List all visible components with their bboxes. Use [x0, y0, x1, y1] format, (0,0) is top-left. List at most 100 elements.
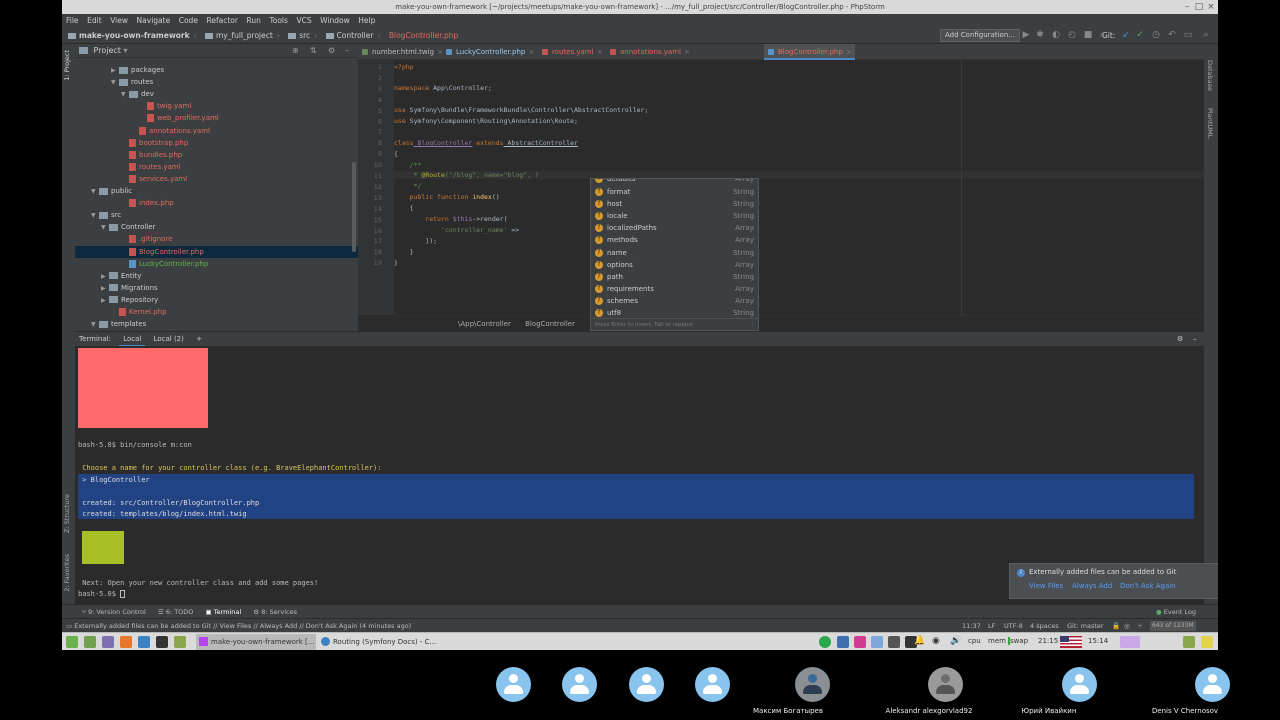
notification-bell-icon[interactable]: 🔔: [914, 636, 925, 646]
favorites-tool-tab[interactable]: 2: Favorites: [63, 554, 71, 592]
folder-app-icon[interactable]: [174, 636, 186, 648]
new-terminal-icon[interactable]: +: [196, 335, 202, 343]
tray-folder-icon[interactable]: [1183, 636, 1195, 648]
memory-indicator[interactable]: 643 of 1233M: [1150, 621, 1196, 631]
code-line-15[interactable]: return $this->render(: [394, 215, 507, 223]
more-icon[interactable]: ⋮: [750, 319, 756, 330]
close-tab-icon[interactable]: ×: [597, 44, 603, 60]
menu-icon[interactable]: [66, 636, 78, 648]
screen-icon[interactable]: [888, 636, 900, 648]
expand-arrow-icon[interactable]: ▼: [91, 319, 99, 331]
search-icon[interactable]: ⌕: [1200, 29, 1212, 41]
participant-avatar[interactable]: [695, 667, 730, 702]
close-tab-icon[interactable]: ×: [684, 44, 690, 60]
app-tray-icon[interactable]: [854, 636, 866, 648]
active-window-icon[interactable]: [1120, 636, 1140, 648]
completion-item[interactable]: f format String: [591, 186, 758, 198]
completion-item[interactable]: f name String: [591, 247, 758, 259]
menu-code[interactable]: Code: [179, 16, 198, 25]
undo-icon[interactable]: ↶: [1166, 29, 1178, 41]
profile-icon[interactable]: ◴: [1066, 29, 1078, 41]
settings-gear-icon[interactable]: ⚙: [328, 44, 335, 58]
structure-tool-tab[interactable]: Z: Structure: [63, 494, 71, 533]
completion-item[interactable]: f host String: [591, 198, 758, 210]
completion-item[interactable]: f options Array: [591, 259, 758, 271]
tree-item[interactable]: ▶ packages: [75, 64, 358, 76]
crumb-controller[interactable]: Controller ›: [325, 27, 380, 44]
layout-icon[interactable]: ▭: [1182, 29, 1194, 41]
terminal-hide-icon[interactable]: –: [1193, 332, 1197, 347]
completion-item[interactable]: f defaults Array: [591, 179, 758, 185]
services-tab[interactable]: ⚙ 8: Services: [253, 608, 297, 616]
git-icon[interactable]: ⑂: [1138, 619, 1142, 633]
inspection-icon[interactable]: ◎: [1124, 619, 1130, 633]
firefox-icon[interactable]: [120, 636, 132, 648]
add-configuration-button[interactable]: Add Configuration...: [940, 29, 1020, 42]
git-update-icon[interactable]: ↙: [1120, 29, 1132, 41]
code-line-10[interactable]: /**: [394, 161, 422, 169]
git-branch[interactable]: Git: master: [1067, 619, 1104, 633]
tree-item[interactable]: ▼ src: [75, 209, 358, 221]
close-tab-icon[interactable]: ×: [846, 44, 852, 60]
menu-vcs[interactable]: VCS: [296, 16, 311, 25]
shield-icon[interactable]: [837, 636, 849, 648]
menu-refactor[interactable]: Refactor: [206, 16, 237, 25]
completion-item[interactable]: f localizedPaths Array: [591, 222, 758, 234]
status-message[interactable]: ▭ Externally added files can be added to…: [66, 622, 411, 630]
completion-item[interactable]: f schemes Array: [591, 295, 758, 307]
code-line-17[interactable]: ]);: [394, 237, 437, 245]
code-line-14[interactable]: {: [394, 204, 414, 212]
dont-ask-again-link[interactable]: Don't Ask Again: [1120, 582, 1176, 590]
code-line-12[interactable]: */: [394, 182, 422, 190]
minimize-icon[interactable]: –: [1182, 2, 1192, 12]
bluetooth-icon[interactable]: [871, 636, 883, 648]
tab-number-html-twig[interactable]: number.html.twig ×: [358, 44, 446, 60]
status-icon[interactable]: [819, 636, 831, 648]
tree-item[interactable]: ▼ Controller: [75, 221, 358, 233]
menu-run[interactable]: Run: [247, 16, 261, 25]
view-files-link[interactable]: View Files: [1029, 582, 1063, 590]
database-tool-tab[interactable]: Database: [1206, 60, 1214, 91]
menu-window[interactable]: Window: [320, 16, 350, 25]
lock-icon[interactable]: 🔓: [1112, 619, 1120, 633]
code-line-18[interactable]: }: [394, 248, 414, 256]
run-icon[interactable]: ▶: [1020, 29, 1032, 41]
tree-item[interactable]: annotations.yaml: [75, 125, 358, 137]
menu-tools[interactable]: Tools: [269, 16, 287, 25]
menu-help[interactable]: Help: [358, 16, 375, 25]
tree-item[interactable]: ▶ Entity: [75, 270, 358, 282]
collapse-icon[interactable]: ⇅: [310, 44, 317, 58]
code-line-1[interactable]: <?php: [394, 63, 414, 71]
stop-icon[interactable]: ■: [1082, 29, 1094, 41]
tree-item[interactable]: index.php: [75, 197, 358, 209]
tree-item[interactable]: ▼ templates: [75, 318, 358, 330]
event-log-button[interactable]: ● Event Log: [1156, 605, 1196, 619]
crumb-src[interactable]: src ›: [288, 27, 317, 44]
crumb-project[interactable]: make-you-own-framework ›: [68, 27, 197, 44]
terminal-tab-local-2[interactable]: Local (2): [154, 335, 184, 343]
us-flag-icon[interactable]: [1060, 636, 1082, 648]
participant-avatar[interactable]: [562, 667, 597, 702]
close-icon[interactable]: ×: [1206, 2, 1216, 12]
breadcrumb-class[interactable]: BlogController: [525, 320, 575, 328]
locate-icon[interactable]: ⊕: [292, 44, 299, 58]
version-control-tab[interactable]: ⑂ 9: Version Control: [82, 608, 146, 616]
project-tool-tab[interactable]: 1: Project: [63, 50, 71, 81]
tab-annotations-yaml[interactable]: annotations.yaml ×: [606, 44, 693, 60]
participant-avatar[interactable]: [1195, 667, 1230, 702]
todo-tab[interactable]: ☰ 6: TODO: [158, 608, 194, 616]
task-browser[interactable]: Routing (Symfony Docs) - C...: [318, 634, 438, 650]
coverage-icon[interactable]: ◐: [1050, 29, 1062, 41]
code-line-5[interactable]: use Symfony\Bundle\FrameworkBundle\Contr…: [394, 106, 648, 114]
completion-item[interactable]: f requirements Array: [591, 283, 758, 295]
tab-blog-controller[interactable]: BlogController.php ×: [764, 44, 855, 60]
participant-avatar-photo[interactable]: [795, 667, 830, 702]
tree-item[interactable]: bundles.php: [75, 149, 358, 161]
hide-icon[interactable]: –: [345, 44, 349, 58]
crumb-my-full-project[interactable]: my_full_project ›: [204, 27, 280, 44]
completion-item[interactable]: f path String: [591, 271, 758, 283]
tray-notes-icon[interactable]: [1201, 636, 1213, 648]
code-line-19[interactable]: }: [394, 259, 398, 267]
files-icon[interactable]: [84, 636, 96, 648]
code-line-13[interactable]: public function index(): [394, 193, 500, 201]
